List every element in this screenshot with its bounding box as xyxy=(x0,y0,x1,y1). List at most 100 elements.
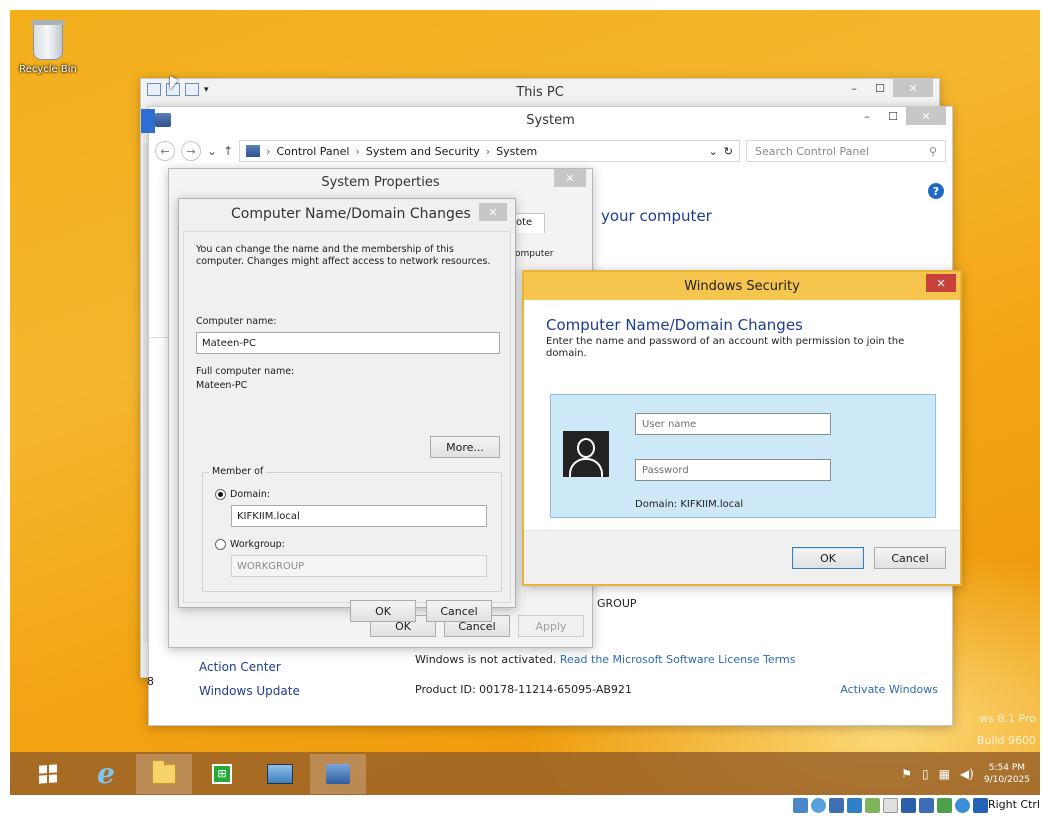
up-arrow-icon[interactable]: ↑ xyxy=(223,144,233,158)
system-properties-titlebar[interactable]: System Properties ✕ xyxy=(169,169,592,195)
battery-icon[interactable]: ▯ xyxy=(922,767,929,781)
windows-security-titlebar[interactable]: Windows Security ✕ xyxy=(524,272,960,300)
password-input[interactable]: Password xyxy=(635,459,831,481)
domain-radio[interactable] xyxy=(215,489,226,500)
recycle-bin-label: Recycle Bin xyxy=(19,64,77,75)
computer-description-fragment: omputer xyxy=(515,249,554,259)
close-button[interactable]: ✕ xyxy=(906,107,946,125)
computer-name-description: You can change the name and the membersh… xyxy=(196,244,491,267)
cancel-button[interactable]: Cancel xyxy=(874,547,946,569)
password-placeholder: Password xyxy=(642,464,689,476)
breadcrumb-separator-icon: › xyxy=(355,144,360,158)
system-tray: ⚑ ▯ ▦ ◀) 5:54 PM 9/10/2025 xyxy=(901,752,1030,795)
store-icon: ⊞ xyxy=(212,763,232,784)
minimize-button[interactable]: – xyxy=(854,107,880,125)
audio-icon[interactable] xyxy=(829,798,844,813)
address-dropdown-icon[interactable]: ⌄ xyxy=(709,145,718,158)
maximize-button[interactable]: ☐ xyxy=(880,107,906,125)
close-button[interactable]: ✕ xyxy=(893,79,933,97)
mouse-cursor-icon xyxy=(170,76,178,90)
flag-icon[interactable]: ⚑ xyxy=(901,767,912,781)
windows-security-subtitle: Enter the name and password of an accoun… xyxy=(546,336,905,359)
search-icon[interactable]: ⚲ xyxy=(929,145,937,158)
close-button[interactable]: ✕ xyxy=(554,169,586,187)
windows-security-heading: Computer Name/Domain Changes xyxy=(546,316,803,334)
volume-icon[interactable]: ◀) xyxy=(960,767,974,781)
windows-watermark-line1: ws 8.1 Pro xyxy=(979,712,1036,725)
tab-remote[interactable]: ote xyxy=(511,213,545,233)
breadcrumb-system[interactable]: System xyxy=(496,145,537,158)
network-icon[interactable]: ▦ xyxy=(939,767,950,781)
user-avatar-icon xyxy=(563,431,609,477)
refresh-icon[interactable]: ↻ xyxy=(724,145,733,158)
network-adapter-icon[interactable] xyxy=(847,798,862,813)
keyboard-icon[interactable] xyxy=(973,798,988,813)
taskbar-remote-desktop[interactable] xyxy=(252,754,308,794)
breadcrumb-system-security[interactable]: System and Security xyxy=(366,145,480,158)
address-row: ← → ⌄ ↑ › Control Panel › System and Sec… xyxy=(155,139,946,163)
sidebar-fragment: 8 xyxy=(147,675,154,688)
forward-button[interactable]: → xyxy=(181,141,201,161)
activate-windows-link[interactable]: Activate Windows xyxy=(840,683,938,696)
system-titlebar[interactable]: System – ☐ ✕ xyxy=(149,107,952,133)
help-icon[interactable]: ? xyxy=(928,183,944,199)
username-input[interactable]: User name xyxy=(635,413,831,435)
optical-drive-icon[interactable] xyxy=(811,798,826,813)
license-terms-link[interactable]: Read the Microsoft Software License Term… xyxy=(560,653,796,666)
start-button[interactable] xyxy=(20,754,76,794)
ok-button[interactable]: OK xyxy=(792,547,864,569)
back-button[interactable]: ← xyxy=(155,141,175,161)
taskbar-internet-explorer[interactable]: e xyxy=(78,754,134,794)
more-button[interactable]: More... xyxy=(430,436,500,458)
windows-security-dialog: Windows Security ✕ Computer Name/Domain … xyxy=(522,270,962,586)
control-panel-icon xyxy=(246,145,261,157)
taskbar-file-explorer[interactable] xyxy=(136,753,192,794)
computer-name-body: You can change the name and the membersh… xyxy=(183,231,511,622)
username-placeholder: User name xyxy=(642,418,697,430)
taskbar: e ⊞ ⚑ ▯ ▦ ◀) 5:54 PM 9/10/2025 xyxy=(10,752,1040,795)
action-center-link[interactable]: Action Center xyxy=(199,655,300,679)
breadcrumb-control-panel[interactable]: Control Panel xyxy=(277,145,350,158)
search-input[interactable]: Search Control Panel ⚲ xyxy=(746,140,946,162)
domain-input[interactable]: KIFKIIM.local xyxy=(231,505,487,527)
member-of-group: Member of Domain: KIFKIIM.local Workgrou… xyxy=(202,466,502,592)
cpu-icon[interactable] xyxy=(937,798,952,813)
computer-name-input[interactable]: Mateen-PC xyxy=(196,332,500,354)
recycle-bin[interactable]: Recycle Bin xyxy=(18,18,78,75)
cancel-button[interactable]: Cancel xyxy=(426,600,492,622)
host-icons xyxy=(793,798,988,813)
this-pc-titlebar[interactable]: This PC – ☐ ✕ xyxy=(141,79,939,105)
workgroup-input[interactable]: WORKGROUP xyxy=(231,555,487,577)
address-bar[interactable]: › Control Panel › System and Security › … xyxy=(239,140,740,162)
clock[interactable]: 5:54 PM 9/10/2025 xyxy=(984,762,1030,786)
display-icon[interactable] xyxy=(901,798,916,813)
host-status-bar: Right Ctrl xyxy=(0,795,1048,816)
domain-radio-row[interactable]: Domain: xyxy=(215,489,270,500)
taskbar-control-panel[interactable] xyxy=(310,753,366,794)
usb-icon[interactable] xyxy=(865,798,880,813)
system-heading: your computer xyxy=(601,207,712,225)
credential-panel: User name Password Domain: KIFKIIM.local xyxy=(550,394,936,518)
maximize-button[interactable]: ☐ xyxy=(867,79,893,97)
clock-time: 5:54 PM xyxy=(988,762,1026,773)
computer-name-dialog: Computer Name/Domain Changes ✕ You can c… xyxy=(178,198,516,622)
recent-locations-icon[interactable]: ⌄ xyxy=(207,144,217,158)
internet-explorer-icon: e xyxy=(97,756,115,790)
hard-disk-icon[interactable] xyxy=(793,798,808,813)
workgroup-radio[interactable] xyxy=(215,539,226,550)
windows-update-link[interactable]: Windows Update xyxy=(199,679,300,703)
video-capture-icon[interactable] xyxy=(919,798,934,813)
ok-button[interactable]: OK xyxy=(350,600,416,622)
computer-name-titlebar[interactable]: Computer Name/Domain Changes ✕ xyxy=(179,199,515,229)
workgroup-radio-row[interactable]: Workgroup: xyxy=(215,539,285,550)
close-button[interactable]: ✕ xyxy=(926,274,956,292)
breadcrumb-separator-icon: › xyxy=(485,144,491,158)
minimize-button[interactable]: – xyxy=(841,79,867,97)
taskbar-store[interactable]: ⊞ xyxy=(194,754,250,794)
apply-button[interactable]: Apply xyxy=(518,615,584,637)
shared-folders-icon[interactable] xyxy=(883,798,898,813)
mouse-integration-icon[interactable] xyxy=(955,798,970,813)
file-explorer-icon xyxy=(152,759,176,784)
close-button[interactable]: ✕ xyxy=(479,203,507,221)
windows-security-title: Windows Security xyxy=(684,278,800,294)
